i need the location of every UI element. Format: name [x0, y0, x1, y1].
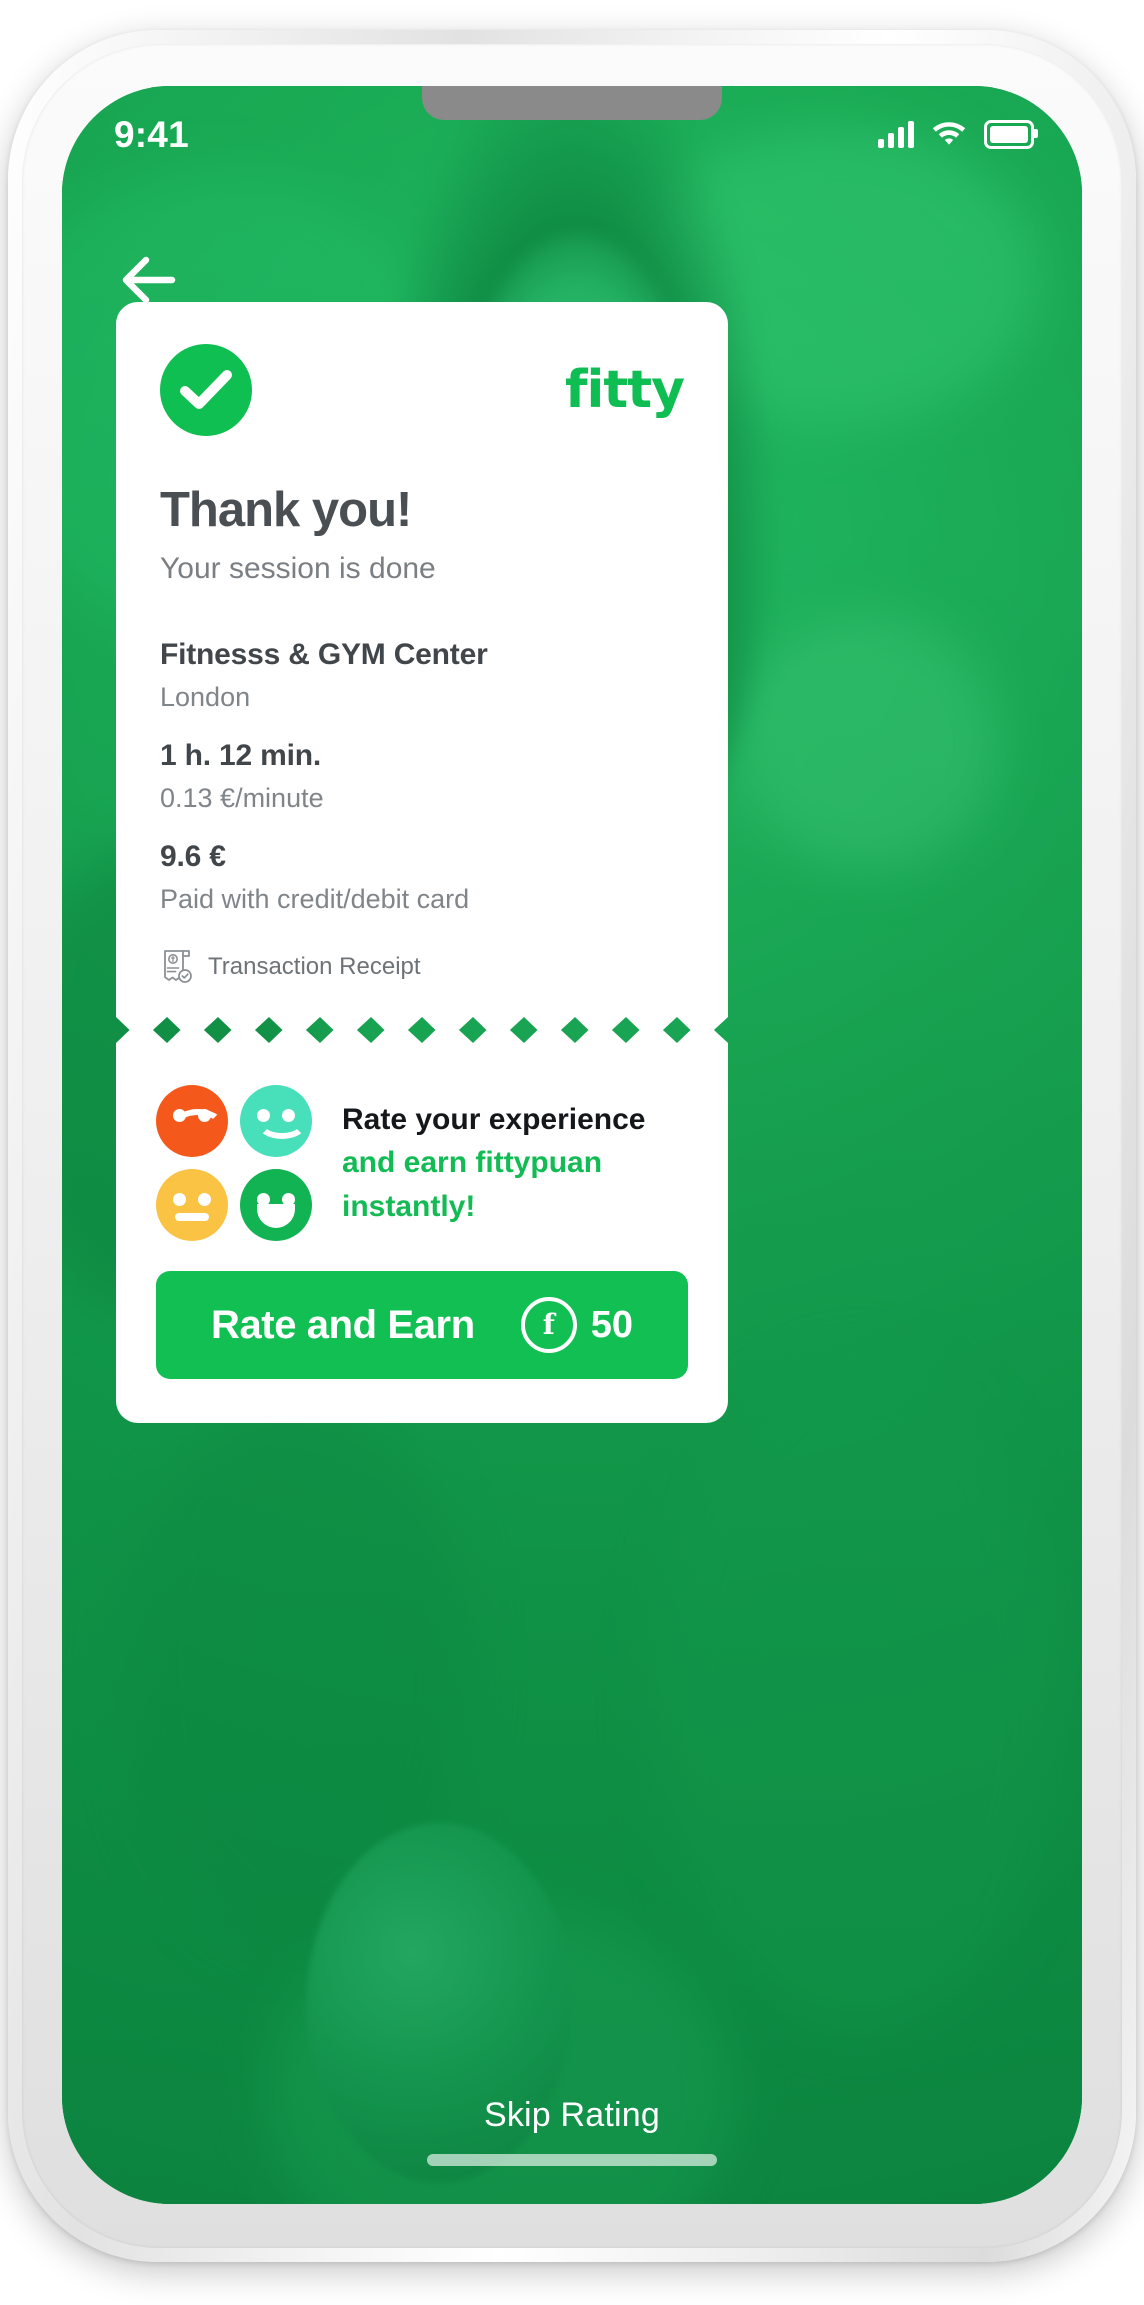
- venue-name: Fitnesss & GYM Center: [160, 638, 488, 671]
- page-title: Thank you!: [160, 483, 412, 537]
- rating-section: Rate your experience and earn fittypuan …: [116, 1055, 728, 1423]
- transaction-receipt-label: Transaction Receipt: [208, 953, 421, 980]
- receipt-upper-section: fitty Thank you! Your session is done Fi…: [116, 302, 728, 1007]
- duration-block: 1 h. 12 min. 0.13 €/minute: [160, 739, 684, 814]
- rating-text: Rate your experience and earn fittypuan …: [342, 1098, 645, 1229]
- status-bar-time: 9:41: [114, 114, 189, 155]
- receipt-header: fitty: [160, 344, 685, 436]
- rating-highlight-line-1: and earn fittypuan: [342, 1146, 603, 1180]
- rating-row: Rate your experience and earn fittypuan …: [156, 1063, 688, 1241]
- signal-bars-icon: [878, 120, 914, 148]
- back-arrow-icon: [122, 256, 176, 304]
- receipt-tear-divider: [116, 1007, 728, 1055]
- status-bar-icons: [878, 118, 1038, 150]
- rating-faces: [156, 1085, 312, 1241]
- receipt-icon: [164, 950, 192, 983]
- phone-notch: [422, 86, 722, 120]
- home-indicator[interactable]: [427, 2154, 717, 2166]
- sad-face-icon[interactable]: [156, 1085, 228, 1157]
- page-subtitle: Your session is done: [160, 552, 436, 585]
- payment-method: Paid with credit/debit card: [160, 884, 470, 914]
- rating-headline: Rate your experience: [342, 1102, 646, 1136]
- transaction-receipt-link[interactable]: Transaction Receipt: [160, 949, 684, 985]
- fitty-logo: fitty: [564, 360, 685, 420]
- skip-rating-link[interactable]: Skip Rating: [62, 2096, 1082, 2135]
- cta-points-value: 50: [590, 1303, 634, 1346]
- total-amount: 9.6 €: [160, 840, 226, 873]
- battery-icon: [984, 119, 1038, 149]
- rate-and-earn-label: Rate and Earn: [210, 1302, 475, 1347]
- back-button[interactable]: [114, 244, 200, 316]
- rating-highlight-line-2: instantly!: [342, 1189, 476, 1223]
- screenshot-stage: 9:41 fitty Thank you! Your session is do…: [0, 0, 1144, 2305]
- receipt-card: fitty Thank you! Your session is done Fi…: [116, 302, 728, 1423]
- session-duration: 1 h. 12 min.: [160, 739, 321, 772]
- phone-screen: 9:41 fitty Thank you! Your session is do…: [62, 86, 1082, 2204]
- venue-city: London: [160, 682, 251, 712]
- venue-block: Fitnesss & GYM Center London: [160, 638, 684, 713]
- slightly-happy-face-icon[interactable]: [240, 1085, 312, 1157]
- rate-and-earn-button[interactable]: Rate and Earn f 50: [156, 1271, 688, 1379]
- cta-reward: f 50: [520, 1297, 634, 1353]
- total-block: 9.6 € Paid with credit/debit card: [160, 840, 684, 915]
- wifi-icon: [931, 118, 967, 150]
- session-rate: 0.13 €/minute: [160, 783, 324, 813]
- fittypuan-coin-icon: f: [520, 1297, 577, 1353]
- check-circle-icon: [160, 344, 252, 436]
- coin-letter: f: [542, 1308, 555, 1341]
- very-happy-face-icon[interactable]: [240, 1169, 312, 1241]
- neutral-face-icon[interactable]: [156, 1169, 228, 1241]
